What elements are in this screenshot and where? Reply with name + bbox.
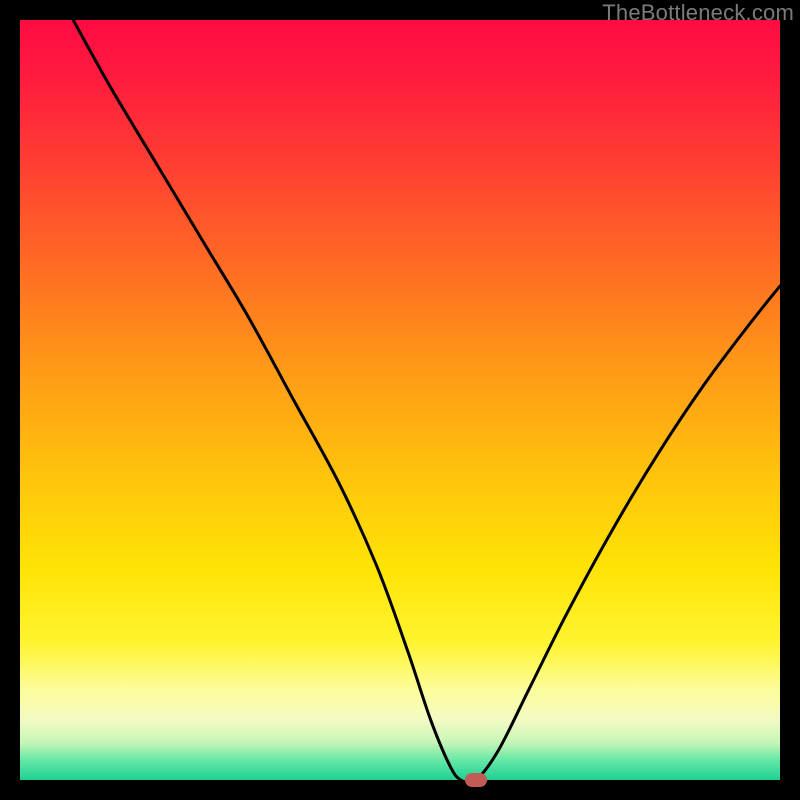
plot-area [20,20,780,780]
optimal-marker [465,773,487,787]
curve-svg [20,20,780,780]
chart-frame: TheBottleneck.com [0,0,800,800]
bottleneck-curve-path [73,20,780,780]
